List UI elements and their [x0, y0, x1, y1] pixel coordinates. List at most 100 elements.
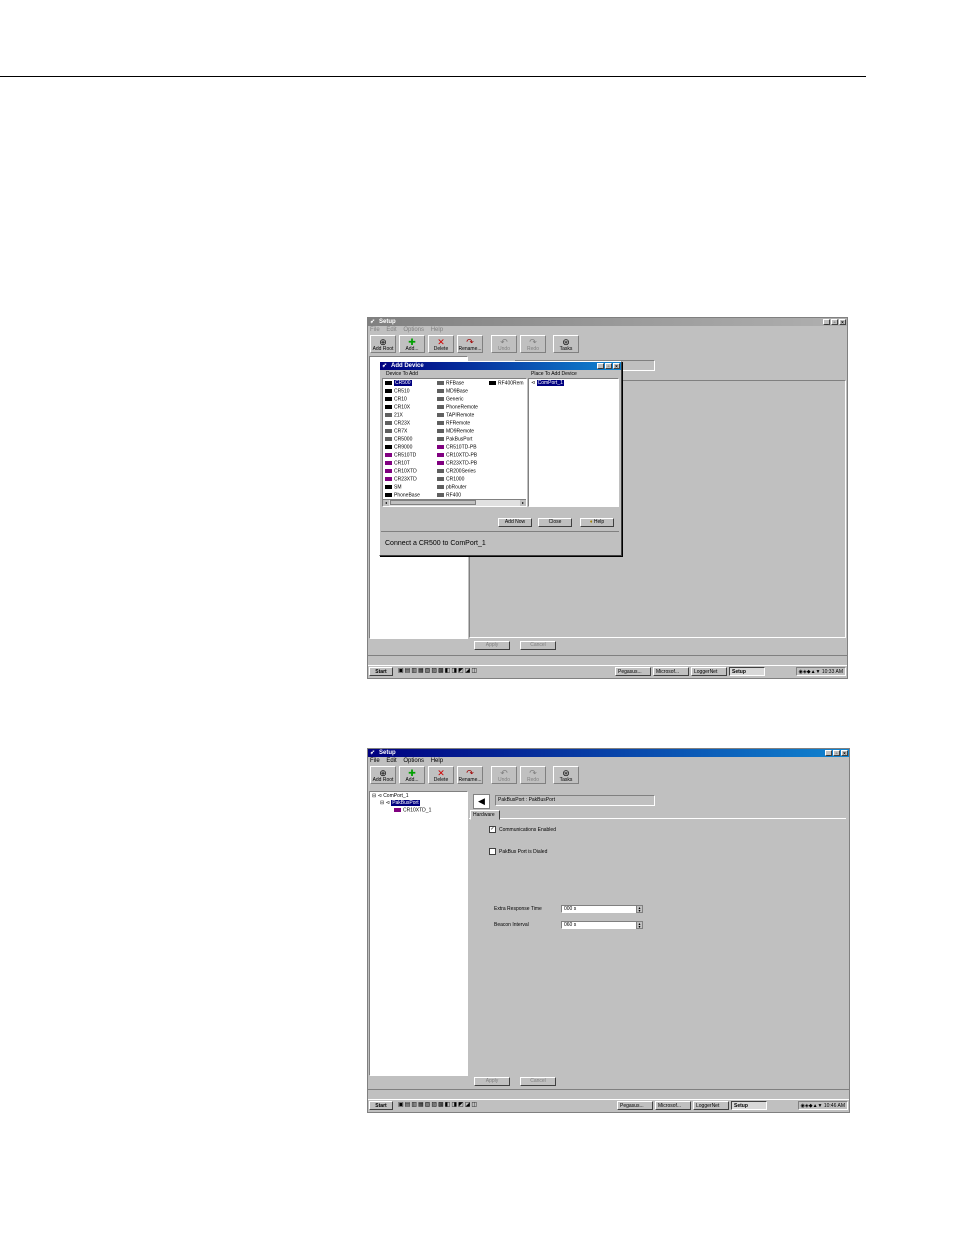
menu-file[interactable]: File [370, 758, 380, 764]
menu-edit[interactable]: Edit [386, 327, 396, 333]
device-item[interactable]: 21X [385, 413, 403, 418]
comm-enabled-checkbox[interactable]: ✓ Communications Enabled [489, 826, 556, 833]
task-loggernet[interactable]: LoggerNet [691, 667, 727, 676]
task-setup[interactable]: Setup [731, 1101, 767, 1110]
quick-launch-icons[interactable]: ▣▤▥▦▧▨▩◧◨◩◪◫ [398, 668, 478, 674]
device-item[interactable]: CR23X [385, 421, 410, 426]
task-pegasus[interactable]: Pegasus... [615, 667, 651, 676]
place-to-add-list[interactable]: ⊲ ComPort_1 [528, 378, 619, 507]
dialog-maximize-icon[interactable]: ▫ [605, 363, 612, 370]
device-item[interactable]: Generic [437, 397, 464, 402]
tree-node-comport[interactable]: ⊟ ⊲ ComPort_1 [372, 794, 408, 799]
device-item[interactable]: RF400 [437, 493, 461, 498]
scroll-thumb[interactable] [390, 500, 476, 505]
rename-button[interactable]: ↷ Rename... [457, 335, 483, 353]
scroll-left-icon[interactable]: ◂ [383, 500, 389, 506]
minimize-icon[interactable]: _ [825, 750, 832, 757]
device-item[interactable]: CR500 [385, 380, 412, 387]
device-item[interactable]: CR10XTD [385, 469, 417, 474]
task-microsoft[interactable]: Microsof... [655, 1101, 691, 1110]
add-root-button[interactable]: ⊕ Add Root [370, 766, 396, 784]
place-item-comport[interactable]: ⊲ ComPort_1 [531, 380, 564, 386]
device-item[interactable]: CR5000 [385, 437, 412, 442]
device-item[interactable]: RFRemote [437, 421, 470, 426]
device-item[interactable]: CR7X [385, 429, 407, 434]
device-item[interactable]: MD9Base [437, 389, 468, 394]
undo-button[interactable]: ↶ Undo [491, 335, 517, 353]
beacon-interval-spinner-icon[interactable]: ▴ ▾ [636, 921, 643, 929]
add-now-button[interactable]: Add Now [498, 518, 532, 527]
device-item[interactable]: PakBusPort [437, 437, 472, 442]
device-item[interactable]: CR1000 [437, 477, 464, 482]
task-loggernet[interactable]: LoggerNet [693, 1101, 729, 1110]
device-item[interactable]: CR10XTD-PB [437, 453, 477, 458]
device-item[interactable]: CR10T [385, 461, 410, 466]
tree-node-cr10xtd[interactable]: CR10XTD_1 [394, 808, 431, 813]
task-setup[interactable]: Setup [729, 667, 765, 676]
scroll-right-icon[interactable]: ▸ [520, 500, 526, 506]
rename-button[interactable]: ↷ Rename... [457, 766, 483, 784]
device-item[interactable]: CR10X [385, 405, 410, 410]
tray-icons[interactable]: ◉◈◆▲▼ [801, 1103, 824, 1109]
tray-icons[interactable]: ◉◈◆▲▼ [799, 669, 822, 675]
device-item[interactable]: PhoneRemote [437, 405, 478, 410]
cancel-button[interactable]: Cancel [520, 1077, 556, 1086]
device-item[interactable]: CR510TD-PB [437, 445, 477, 450]
help-button[interactable]: ♦ Help [580, 518, 614, 527]
device-item[interactable]: TAPIRemote [437, 413, 474, 418]
close-button[interactable]: Close [538, 518, 572, 527]
menu-help[interactable]: Help [431, 758, 443, 764]
add-root-button[interactable]: ⊕ Add Root [370, 335, 396, 353]
device-item[interactable]: CR9000 [385, 445, 412, 450]
tab-hardware[interactable]: Hardware [470, 810, 500, 820]
minimize-icon[interactable]: _ [823, 319, 830, 326]
device-item[interactable]: SM [385, 485, 402, 490]
maximize-icon[interactable]: ▫ [831, 319, 838, 326]
port-dialed-checkbox[interactable]: PakBus Port is Dialed [489, 848, 547, 855]
apply-button[interactable]: Apply [474, 641, 510, 650]
device-item[interactable]: MD9Remote [437, 429, 474, 434]
device-item[interactable]: CR200Series [437, 469, 476, 474]
device-item[interactable]: CR23XTD-PB [437, 461, 477, 466]
device-item[interactable]: CR23XTD [385, 477, 417, 482]
device-item[interactable]: RF400Rem [489, 381, 524, 386]
dialog-minimize-icon[interactable]: _ [597, 363, 604, 370]
device-item[interactable]: CR10 [385, 397, 407, 402]
start-button[interactable]: Start [369, 1101, 393, 1110]
beacon-interval-input[interactable]: 060 s [561, 921, 637, 929]
menu-help[interactable]: Help [431, 327, 443, 333]
delete-button[interactable]: ✕ Delete [428, 335, 454, 353]
add-button[interactable]: ✚ Add... [399, 766, 425, 784]
tasks-button[interactable]: ⊛ Tasks [553, 335, 579, 353]
device-item[interactable]: PhoneBase [385, 493, 420, 498]
task-microsoft[interactable]: Microsof... [653, 667, 689, 676]
add-button[interactable]: ✚ Add... [399, 335, 425, 353]
apply-button[interactable]: Apply [474, 1077, 510, 1086]
menu-options[interactable]: Options [403, 327, 424, 333]
collapse-icon[interactable]: ⊟ [372, 793, 376, 799]
tasks-button[interactable]: ⊛ Tasks [553, 766, 579, 784]
device-item[interactable]: pbRouter [437, 485, 467, 490]
redo-button[interactable]: ↷ Redo [520, 766, 546, 784]
close-icon[interactable]: × [841, 750, 848, 757]
collapse-icon[interactable]: ⊟ [380, 800, 384, 806]
dialog-close-icon[interactable]: × [613, 363, 620, 370]
network-tree[interactable]: ⊟ ⊲ ComPort_1 ⊟ ⊲ PakBusPort CR10XTD_1 [369, 791, 468, 1076]
quick-launch-icons[interactable]: ▣▤▥▦▧▨▩◧◨◩◪◫ [398, 1102, 478, 1108]
redo-button[interactable]: ↷ Redo [520, 335, 546, 353]
device-to-add-list[interactable]: CR500 CR510 CR10 CR10X 21X CR23X CR7X CR5000 CR9… [382, 378, 527, 507]
task-pegasus[interactable]: Pegasus... [617, 1101, 653, 1110]
menu-edit[interactable]: Edit [386, 758, 396, 764]
undo-button[interactable]: ↶ Undo [491, 766, 517, 784]
start-button[interactable]: Start [369, 667, 393, 676]
menu-options[interactable]: Options [403, 758, 424, 764]
delete-button[interactable]: ✕ Delete [428, 766, 454, 784]
menu-file[interactable]: File [370, 327, 380, 333]
cancel-button[interactable]: Cancel [520, 641, 556, 650]
extra-response-input[interactable]: 000 s [561, 905, 637, 913]
device-item[interactable]: RFBase [437, 381, 464, 386]
device-item[interactable]: CR510TD [385, 453, 416, 458]
device-item[interactable]: CR510 [385, 389, 410, 394]
maximize-icon[interactable]: ▫ [833, 750, 840, 757]
tree-node-pakbusport[interactable]: ⊟ ⊲ PakBusPort [380, 800, 420, 806]
